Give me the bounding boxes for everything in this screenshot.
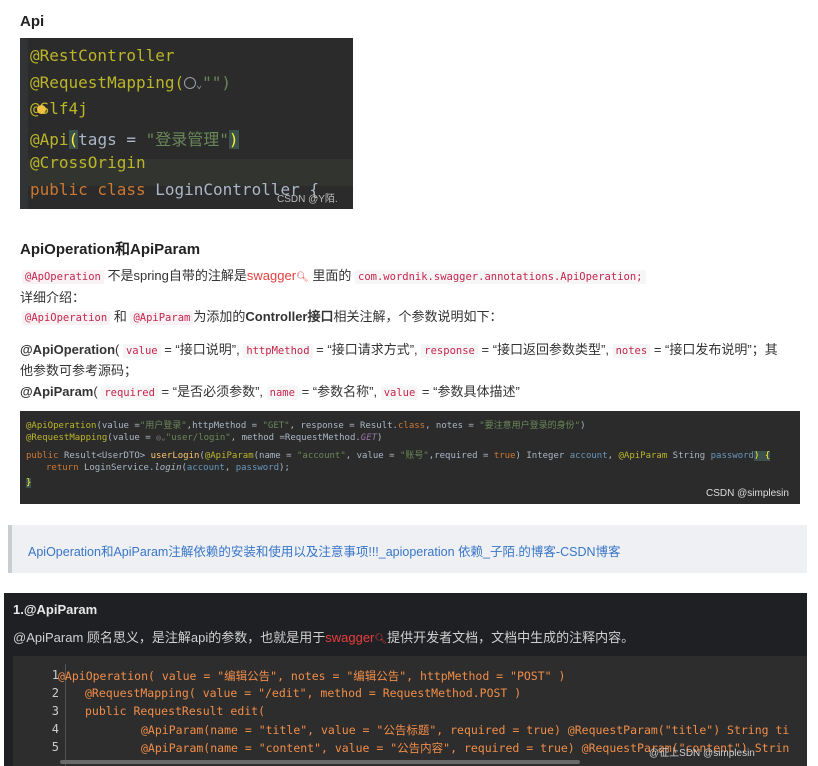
inline-code: notes	[612, 344, 651, 358]
code-line: @ApiParam(name = "title", value = "公告标题"…	[141, 723, 790, 737]
section-heading-apiparam: 1.@ApiParam	[13, 602, 98, 617]
inline-code: value	[122, 344, 161, 358]
swagger-link[interactable]: swagger	[247, 268, 296, 283]
code-line: public class LoginController {	[30, 180, 319, 199]
swagger-link[interactable]: swagger	[325, 630, 374, 645]
code-block-login-controller: @RestController @RequestMapping(⌄"") @Sl…	[20, 38, 353, 209]
text: 和	[113, 309, 127, 324]
paragraph-annotations: @ApiOperation 和 @ApiParam 为添加的Controller接…	[22, 306, 503, 325]
code-line: @CrossOrigin	[30, 153, 146, 172]
code-line: @RequestMapping(value = ◎⌄"user/login", …	[26, 433, 383, 443]
line-number: 3	[51, 704, 59, 718]
search-icon: 🔍︎	[296, 272, 309, 283]
code-line: @RestController	[30, 46, 175, 65]
inline-code: required	[101, 386, 158, 400]
watermark: CSDN @Y陌.	[277, 194, 338, 205]
code-line: public RequestResult edit(	[85, 704, 266, 718]
watermark: @征上SDN @simplesin	[649, 748, 755, 759]
paragraph-intro: @ApOperation 不是spring自带的注解是swagger🔍︎ 里面的…	[22, 265, 646, 284]
text: = “参数具体描述”	[421, 384, 520, 399]
text: = “接口返回参数类型”,	[481, 342, 609, 357]
code-line: }	[26, 478, 32, 488]
text: 提供开发者文档，文档中生成的注释内容。	[387, 630, 635, 645]
code-line: @Api(tags = "登录管理")	[30, 130, 239, 149]
watermark: CSDN @simplesin	[706, 488, 789, 499]
text: (	[115, 342, 120, 357]
inline-code: name	[266, 386, 298, 400]
section-heading-apioperation: ApiOperation和ApiParam	[20, 241, 201, 258]
inline-code: @ApiOperation	[22, 311, 111, 325]
text: = “接口请求方式”,	[316, 342, 418, 357]
code-line: @ApiOperation( value = "编辑公告", notes = "…	[58, 669, 566, 683]
bold-text: Controller接口	[245, 309, 334, 324]
search-icon: 🔍︎	[374, 634, 388, 645]
paragraph-detail: 详细介绍：	[20, 290, 86, 305]
related-article-link[interactable]: ApiOperation和ApiParam注解依赖的安装和使用以及注意事项!!!…	[28, 541, 621, 560]
globe-icon: ◎⌄	[156, 433, 166, 442]
text: 不是spring自带的注解是	[107, 268, 247, 283]
text: = “是否必须参数”,	[161, 384, 264, 399]
inline-code: @ApOperation	[22, 270, 104, 284]
line-number: 4	[51, 722, 59, 736]
line-number: 5	[51, 740, 59, 754]
code-block-user-login: @ApiOperation(value ="用户登录",httpMethod =…	[20, 411, 800, 504]
code-block-edit: 1 2 3 4 5 @ApiOperation( value = "编辑公告",…	[13, 656, 807, 766]
related-article-card[interactable]: ApiOperation和ApiParam注解依赖的安装和使用以及注意事项!!!…	[8, 525, 807, 573]
inline-code: response	[421, 344, 478, 358]
text: 里面的	[312, 268, 352, 283]
embedded-article-apiparam: 1.@ApiParam @ApiParam 顾名思义，是注解api的参数，也就是…	[4, 593, 807, 766]
code-line: @RequestMapping( value = "/edit", method…	[85, 686, 522, 700]
paragraph-line: 他参数可参考源码；	[20, 363, 138, 378]
text: = “参数名称”,	[301, 384, 378, 399]
text: 相关注解，个参数说明如下：	[333, 309, 503, 324]
gutter	[20, 38, 28, 209]
text: (	[93, 384, 98, 399]
code-line: public Result<UserDTO> userLogin(@ApiPar…	[26, 451, 771, 461]
text: 为添加的	[193, 309, 246, 324]
paragraph-apioperation-params: @ApiOperation( value = “接口说明”, httpMetho…	[20, 340, 800, 361]
line-number: 1	[51, 668, 59, 682]
line-number: 2	[51, 686, 59, 700]
text: @ApiParam 顾名思义，是注解api的参数，也就是用于	[13, 630, 326, 645]
text: = “接口发布说明”；其	[653, 342, 778, 357]
bold-text: @ApiParam	[20, 384, 94, 399]
paragraph-apiparam-params: @ApiParam( required = “是否必须参数”, name = “…	[20, 381, 520, 400]
lightbulb-icon	[37, 105, 46, 114]
section-description: @ApiParam 顾名思义，是注解api的参数，也就是用于swagger🔍︎提…	[13, 627, 634, 646]
inline-code: value	[380, 386, 419, 400]
code-line: return LoginService.login(account, passw…	[46, 463, 290, 473]
code-line: @RequestMapping(⌄"")	[30, 73, 232, 92]
horizontal-scrollbar[interactable]	[60, 760, 580, 764]
code-line: @ApiOperation(value ="用户登录",httpMethod =…	[26, 421, 586, 431]
text: = “接口说明”,	[164, 342, 240, 357]
inline-code: @ApiParam	[130, 311, 194, 325]
inline-code: com.wordnik.swagger.annotations.ApiOpera…	[355, 270, 646, 284]
globe-icon	[184, 77, 197, 89]
bold-text: @ApiOperation	[20, 342, 116, 357]
inline-code: httpMethod	[243, 344, 313, 358]
section-heading-api: Api	[20, 13, 45, 30]
